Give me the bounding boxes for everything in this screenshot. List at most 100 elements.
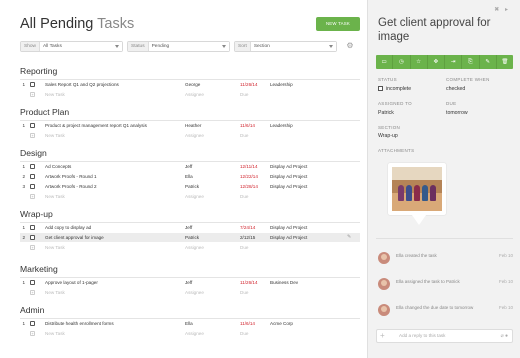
- task-name[interactable]: Ad Concepts: [45, 162, 71, 171]
- task-row[interactable]: 2 Artwork Proofs - Round 1 Ella 12/22/14 Dis…: [20, 172, 360, 181]
- task-project[interactable]: Acme Corp: [270, 319, 293, 328]
- task-due-date[interactable]: 2/12/15: [240, 233, 255, 242]
- task-assignee[interactable]: Ella: [185, 319, 193, 328]
- new-task-due[interactable]: Due: [240, 288, 248, 297]
- clock-icon[interactable]: ◷: [393, 55, 411, 69]
- task-checkbox[interactable]: [30, 321, 35, 326]
- add-task-icon[interactable]: +: [30, 331, 35, 336]
- task-due-date[interactable]: 11/6/14: [240, 319, 255, 328]
- complete-when-value[interactable]: checked: [446, 86, 465, 92]
- task-project[interactable]: Display Ad Project: [270, 162, 307, 171]
- task-assignee[interactable]: George: [185, 80, 200, 89]
- close-panel-icon[interactable]: ✖ ▸: [494, 6, 510, 13]
- task-due-date[interactable]: 12/22/14: [240, 172, 258, 181]
- add-task-icon[interactable]: +: [30, 133, 35, 138]
- new-task-due[interactable]: Due: [240, 329, 248, 338]
- status-filter-value[interactable]: Pending: [148, 42, 229, 51]
- task-assignee[interactable]: Jeff: [185, 223, 192, 232]
- new-task-placeholder[interactable]: New Task: [45, 192, 65, 201]
- sort-filter-value[interactable]: Section: [250, 42, 336, 51]
- task-checkbox[interactable]: [30, 225, 35, 230]
- task-project[interactable]: Display Ad Project: [270, 223, 307, 232]
- task-row[interactable]: 1 Product & project management report Q1 …: [20, 121, 360, 130]
- task-project[interactable]: Business Dev: [270, 278, 298, 287]
- move-icon[interactable]: ✥: [428, 55, 445, 69]
- task-name[interactable]: Get client approval for image: [45, 233, 104, 242]
- task-row[interactable]: 1 Ad Concepts Jeff 12/11/14 Display Ad Proje…: [20, 162, 360, 171]
- new-task-due[interactable]: Due: [240, 192, 248, 201]
- task-assignee[interactable]: Patrick: [185, 233, 199, 242]
- task-name[interactable]: Distribute health enrollment forms: [45, 319, 114, 328]
- task-due-date[interactable]: 7/24/14: [240, 223, 255, 232]
- task-assignee[interactable]: Patrick: [185, 182, 199, 191]
- export-icon[interactable]: ⇥: [445, 55, 463, 69]
- task-project[interactable]: Display Ad Project: [270, 182, 307, 191]
- assigned-to-value[interactable]: Patrick: [378, 110, 394, 116]
- show-filter[interactable]: Show All Tasks: [20, 41, 123, 52]
- star-icon[interactable]: ☆: [411, 55, 428, 69]
- new-task-assignee[interactable]: Assignee: [185, 131, 204, 140]
- new-task-assignee[interactable]: Assignee: [185, 243, 204, 252]
- task-name[interactable]: Artwork Proofs - Round 2: [45, 182, 97, 191]
- new-task-assignee[interactable]: Assignee: [185, 192, 204, 201]
- task-name[interactable]: Add copy to display ad: [45, 223, 91, 232]
- task-checkbox[interactable]: [30, 184, 35, 189]
- task-name[interactable]: Product & project management report Q1 a…: [45, 121, 147, 130]
- task-assignee[interactable]: Ella: [185, 172, 193, 181]
- new-task-assignee[interactable]: Assignee: [185, 288, 204, 297]
- task-due-date[interactable]: 12/28/14: [240, 182, 258, 191]
- link-icon[interactable]: ⎘: [462, 55, 480, 69]
- status-checkbox[interactable]: [378, 86, 383, 91]
- new-task-button[interactable]: NEW TASK: [316, 17, 360, 31]
- new-task-placeholder[interactable]: New Task: [45, 288, 65, 297]
- task-project[interactable]: Leadership: [270, 80, 293, 89]
- status-filter[interactable]: Status Pending: [127, 41, 230, 52]
- task-name[interactable]: Artwork Proofs - Round 1: [45, 172, 97, 181]
- task-checkbox[interactable]: [30, 280, 35, 285]
- add-attachment-icon[interactable]: +: [380, 330, 385, 342]
- new-task-placeholder[interactable]: New Task: [45, 243, 65, 252]
- task-row[interactable]: 1 Approve layout of 1-pager Jeff 11/26/14 Bu…: [20, 278, 360, 287]
- new-task-row[interactable]: + New Task Assignee Due: [20, 329, 360, 338]
- edit-pencil-icon[interactable]: ✎: [480, 55, 497, 69]
- new-task-assignee[interactable]: Assignee: [185, 90, 204, 99]
- reply-field[interactable]: + Add a reply to this task ⌀ ●: [376, 329, 513, 343]
- task-due-date[interactable]: 11/26/14: [240, 80, 258, 89]
- new-task-placeholder[interactable]: New Task: [45, 90, 65, 99]
- task-checkbox[interactable]: [30, 123, 35, 128]
- task-project[interactable]: Display Ad Project: [270, 233, 307, 242]
- task-row[interactable]: 1 Add copy to display ad Jeff 7/24/14 Displa…: [20, 223, 360, 232]
- task-due-date[interactable]: 11/26/14: [240, 278, 258, 287]
- new-task-due[interactable]: Due: [240, 131, 248, 140]
- due-value[interactable]: tomorrow: [446, 110, 468, 116]
- add-task-icon[interactable]: +: [30, 290, 35, 295]
- task-due-date[interactable]: 11/6/14: [240, 121, 255, 130]
- attachment-thumbnail[interactable]: [388, 163, 446, 225]
- task-checkbox[interactable]: [30, 164, 35, 169]
- new-task-placeholder[interactable]: New Task: [45, 329, 65, 338]
- edit-pencil-icon[interactable]: ✎: [347, 233, 351, 242]
- add-task-icon[interactable]: +: [30, 245, 35, 250]
- new-task-row[interactable]: + New Task Assignee Due: [20, 192, 360, 201]
- task-project[interactable]: Display Ad Project: [270, 172, 307, 181]
- new-task-assignee[interactable]: Assignee: [185, 329, 204, 338]
- task-name[interactable]: Approve layout of 1-pager: [45, 278, 98, 287]
- section-value[interactable]: Wrap-up: [378, 133, 398, 139]
- task-row[interactable]: 1 Sales Report Q1 and Q2 projections Georg…: [20, 80, 360, 89]
- task-checkbox[interactable]: [30, 82, 35, 87]
- new-task-placeholder[interactable]: New Task: [45, 131, 65, 140]
- new-task-row[interactable]: + New Task Assignee Due: [20, 288, 360, 297]
- task-project[interactable]: Leadership: [270, 121, 293, 130]
- task-row[interactable]: 3 Artwork Proofs - Round 2 Patrick 12/28/14…: [20, 182, 360, 191]
- paperclip-icon[interactable]: ⌀ ●: [501, 330, 508, 342]
- show-filter-value[interactable]: All Tasks: [40, 42, 122, 51]
- task-due-date[interactable]: 12/11/14: [240, 162, 258, 171]
- settings-gear-icon[interactable]: ⚙: [345, 41, 355, 51]
- add-task-icon[interactable]: +: [30, 194, 35, 199]
- new-task-row[interactable]: + New Task Assignee Due: [20, 131, 360, 140]
- task-assignee[interactable]: Jeff: [185, 278, 192, 287]
- new-task-due[interactable]: Due: [240, 243, 248, 252]
- task-name[interactable]: Sales Report Q1 and Q2 projections: [45, 80, 119, 89]
- new-task-due[interactable]: Due: [240, 90, 248, 99]
- task-assignee[interactable]: Heather: [185, 121, 201, 130]
